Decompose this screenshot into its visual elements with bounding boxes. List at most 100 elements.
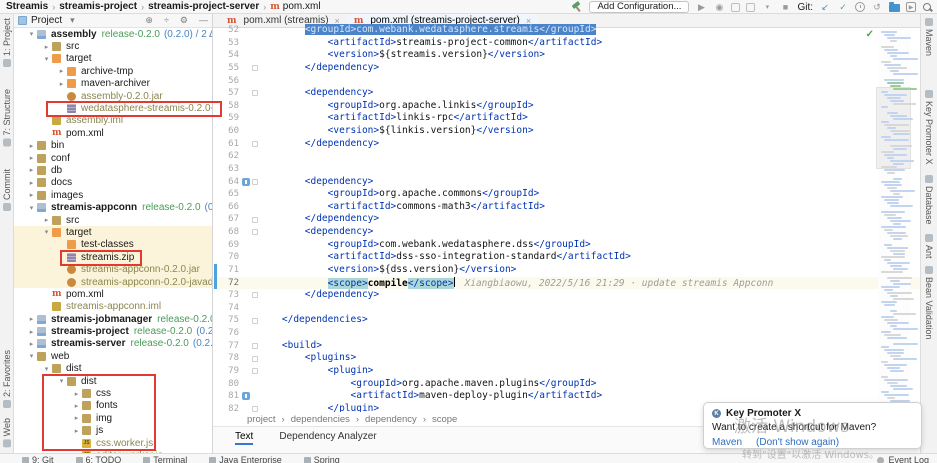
code-line[interactable]: 57 <dependency> [213,87,920,100]
gear-icon[interactable]: ⚙ [180,15,188,26]
tree-item[interactable]: ▾web [14,350,212,362]
tree-item[interactable]: ▸conf [14,152,212,164]
tree-item[interactable]: streamis-appconn-0.2.0.jar [14,263,212,275]
history-icon[interactable] [855,2,865,12]
tree-item[interactable]: ▸streamis-jobmanagerrelease-0.2.0(0.2.0)… [14,313,212,325]
code-line[interactable]: 56 [213,75,920,88]
tree-item[interactable]: wedatasphere-streamis-0.2.0-dist.tar.gz [14,102,212,114]
tree-item[interactable]: JScss.worker.js [14,437,212,449]
collapsed-arrow-icon[interactable]: ▸ [26,191,37,199]
fold-marker-icon[interactable] [252,179,258,185]
collapsed-arrow-icon[interactable]: ▸ [41,216,52,224]
expanded-arrow-icon[interactable]: ▾ [41,55,52,63]
tool-stripe-button[interactable]: Database [924,175,934,225]
code-line[interactable]: 74 [213,302,920,315]
breadcrumb-item[interactable]: pom.xml [283,1,321,12]
tree-item[interactable]: ▸src [14,40,212,52]
expanded-arrow-icon[interactable]: ▾ [56,377,67,385]
breadcrumb-item[interactable]: Streamis [6,1,48,12]
code-line[interactable]: 78 <plugins> [213,352,920,365]
status-bar-item[interactable]: Java Enterprise [209,455,282,463]
code-line[interactable]: 55 </dependency> [213,62,920,75]
expanded-arrow-icon[interactable]: ▾ [41,228,52,236]
tree-item[interactable]: ▸streamis-serverrelease-0.2.0(0.2.0) / 2… [14,338,212,350]
tree-item[interactable]: ▸css [14,387,212,399]
code-line[interactable]: 80 <groupId>org.apache.maven.plugins</gr… [213,378,920,391]
debug-icon[interactable]: ◉ [713,1,725,13]
tree-item[interactable]: ▸maven-archiver [14,78,212,90]
code-line[interactable]: 81 <artifactId>maven-deploy-plugin</arti… [213,390,920,403]
fold-marker-icon[interactable] [252,141,258,147]
tree-item[interactable]: ▸archive-tmp [14,65,212,77]
collapsed-arrow-icon[interactable]: ▸ [26,154,37,162]
git-update-icon[interactable]: ↙ [819,1,831,13]
coverage-icon[interactable] [731,3,740,12]
code-line[interactable]: 79 <plugin> [213,365,920,378]
collapsed-arrow-icon[interactable]: ▸ [56,80,67,88]
xml-breadcrumb-item[interactable]: dependencies [291,414,350,425]
fold-marker-icon[interactable] [252,292,258,298]
expanded-arrow-icon[interactable]: ▾ [41,365,52,373]
code-line[interactable]: 68 <dependency> [213,226,920,239]
code-line[interactable]: 58 <groupId>org.apache.linkis</groupId> [213,100,920,113]
collapsed-arrow-icon[interactable]: ▸ [26,328,37,336]
tree-item[interactable]: ▾streamis-appconnrelease-0.2.0(0.2.0) / … [14,201,212,213]
editor-view-tab[interactable]: Text [235,431,253,445]
collapse-all-icon[interactable]: ÷ [164,15,169,26]
gutter-icon[interactable] [242,178,250,186]
tree-item[interactable]: ▸images [14,189,212,201]
collapsed-arrow-icon[interactable]: ▸ [26,340,37,348]
fold-marker-icon[interactable] [252,90,258,96]
fold-marker-icon[interactable] [252,318,258,324]
tree-item[interactable]: streamis-appconn.iml [14,301,212,313]
code-line[interactable]: 67 </dependency> [213,213,920,226]
xml-breadcrumb-item[interactable]: project [247,414,276,425]
run-configuration-select[interactable]: Add Configuration... [589,1,689,13]
tool-stripe-button[interactable]: 1: Project [2,18,12,67]
code-line[interactable]: 65 <groupId>org.apache.commons</groupId> [213,188,920,201]
tree-item[interactable]: streamis-appconn-0.2.0-javadoc.jar [14,276,212,288]
code-line[interactable]: 75 </dependencies> [213,314,920,327]
code-line[interactable]: 66 <artifactId>commons-math3</artifactId… [213,201,920,214]
chevron-down-icon[interactable]: ▾ [70,15,75,26]
profiler-icon[interactable] [746,3,755,12]
tree-item[interactable]: ▸src [14,214,212,226]
code-line[interactable]: 70 <artifactId>dss-sso-integration-stand… [213,251,920,264]
code-editor[interactable]: 52 <groupId>com.webank.wedatasphere.stre… [213,24,920,420]
dont-show-again-link[interactable]: (Don't show again) [756,437,839,448]
collapsed-arrow-icon[interactable]: ▸ [71,427,82,435]
git-commit-icon[interactable]: ✓ [837,1,849,13]
run-anything-icon[interactable]: ▶ [906,2,916,12]
tree-item[interactable]: assembly-0.2.0.jar [14,90,212,102]
code-line[interactable]: 72 <scope>compile</scope>Xiangbiaowu, 20… [213,277,920,290]
breadcrumb-item[interactable]: streamis-project [59,1,137,12]
code-line[interactable]: 73 </dependency> [213,289,920,302]
tree-item[interactable]: ▸db [14,164,212,176]
tool-stripe-button[interactable]: Commit [2,169,12,211]
tree-item[interactable]: ▸docs [14,177,212,189]
run-icon[interactable]: ▶ [695,1,707,13]
code-line[interactable]: 64 <dependency> [213,176,920,189]
tree-item[interactable]: streamis.zip [14,251,212,263]
remote-host-icon[interactable] [889,4,900,12]
fold-marker-icon[interactable] [252,356,258,362]
tree-item[interactable]: mpom.xml [14,288,212,300]
code-line[interactable]: 52 <groupId>com.webank.wedatasphere.stre… [213,24,920,37]
tree-item[interactable]: ▾dist [14,375,212,387]
status-bar-item[interactable]: 6: TODO [76,455,122,463]
breadcrumb-item[interactable]: streamis-project-server [148,1,259,12]
collapsed-arrow-icon[interactable]: ▸ [26,166,37,174]
minimap[interactable] [878,29,910,423]
tree-item[interactable]: ▾target [14,53,212,65]
tool-stripe-button[interactable]: Maven [924,18,934,56]
code-line[interactable]: 61 </dependency> [213,138,920,151]
code-line[interactable]: 54 <version>${streamis.version}</version… [213,49,920,62]
locate-file-icon[interactable]: ⊕ [145,15,153,26]
tool-stripe-button[interactable]: Ant [924,234,934,259]
tool-stripe-button[interactable]: Bean Validation [924,266,934,339]
tree-item[interactable]: ▸bin [14,140,212,152]
project-panel-title[interactable]: Project [31,15,62,26]
collapsed-arrow-icon[interactable]: ▸ [26,315,37,323]
code-line[interactable]: 71 <version>${dss.version}</version> [213,264,920,277]
code-line[interactable]: 53 <artifactId>streamis-project-common</… [213,37,920,50]
